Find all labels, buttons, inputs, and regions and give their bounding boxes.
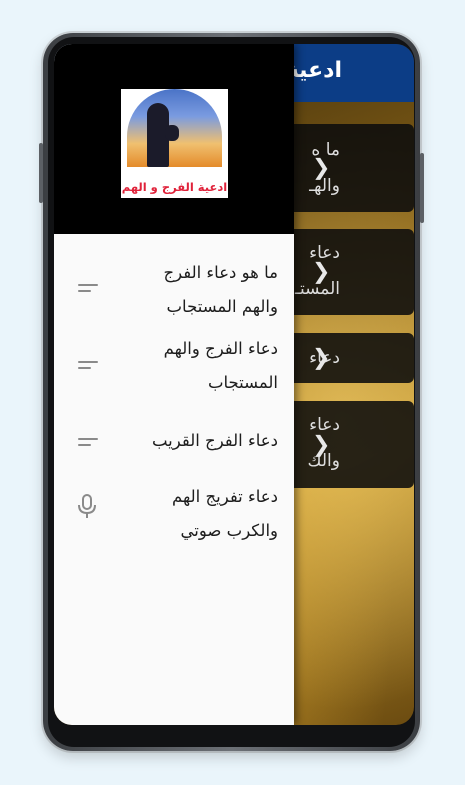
drawer-item-dua-audio[interactable]: دعاء تفريج الهم والكرب صوتي (54, 480, 294, 550)
app-title: ادعية (285, 58, 342, 83)
power-button (420, 153, 424, 223)
navigation-drawer: ادعية الفرج و الهم ما هو دعاء الفرج واله… (54, 44, 294, 725)
praying-hands-silhouette (165, 125, 179, 141)
short-text-icon (76, 432, 98, 454)
drawer-item-dua-near-relief[interactable]: دعاء الفرج القريب (54, 424, 294, 464)
drawer-item-label: ما هو دعاء الفرج والهم المستجاب (163, 263, 278, 316)
volume-button (39, 143, 43, 203)
chevron-right-icon: ❯ (312, 432, 331, 457)
short-text-icon (76, 355, 98, 377)
drawer-item-label: دعاء تفريج الهم والكرب صوتي (172, 487, 278, 540)
app-logo: ادعية الفرج و الهم (121, 89, 228, 198)
logo-text: ادعية الفرج و الهم (121, 180, 228, 194)
drawer-item-dua-relief[interactable]: دعاء الفرج والهم المستجاب (54, 332, 294, 402)
drawer-item-label: دعاء الفرج القريب (151, 431, 278, 450)
chevron-right-icon: ❯ (312, 155, 331, 181)
drawer-item-label: دعاء الفرج والهم المستجاب (163, 339, 278, 392)
microphone-icon (76, 494, 98, 518)
phone-screen: ادعية ما ه والهـ ❯ دعاء المستـ ❯ دعاء ❯ … (54, 44, 414, 725)
drawer-item-what-is-dua[interactable]: ما هو دعاء الفرج والهم المستجاب (54, 254, 294, 324)
drawer-header: ادعية الفرج و الهم (54, 44, 294, 234)
short-text-icon (76, 278, 98, 300)
chevron-right-icon: ❯ (312, 345, 331, 371)
chevron-right-icon: ❯ (312, 259, 331, 285)
phone-frame: ادعية ما ه والهـ ❯ دعاء المستـ ❯ دعاء ❯ … (39, 33, 424, 751)
